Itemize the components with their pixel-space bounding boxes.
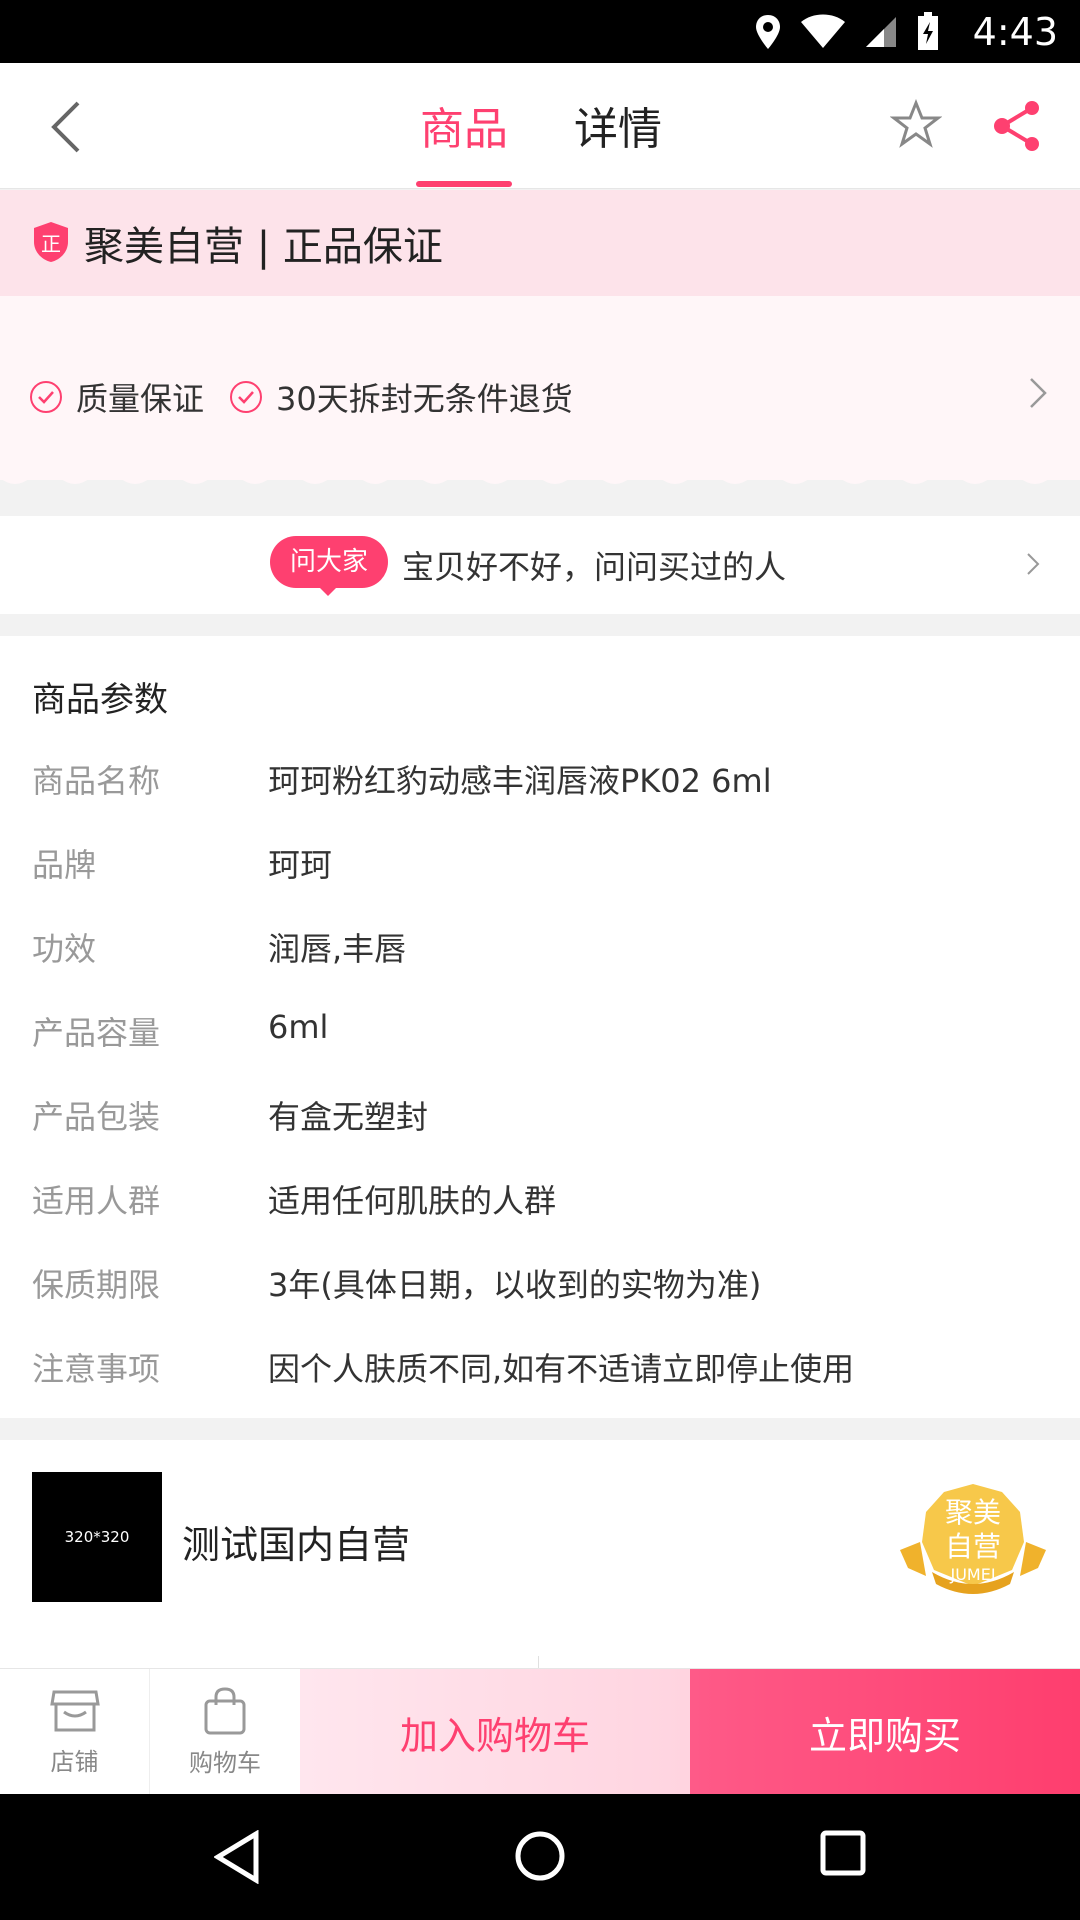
- location-icon: [756, 15, 780, 49]
- param-value: 适用任何肌肤的人群: [268, 1182, 557, 1220]
- param-row: 注意事项 因个人肤质不同,如有不适请立即停止使用: [0, 1344, 1080, 1404]
- active-tab-indicator: [416, 181, 512, 187]
- shield-badge-char: 正: [41, 232, 61, 256]
- system-nav-bar: [0, 1794, 1080, 1920]
- param-key: 品牌: [32, 846, 97, 884]
- param-key: 产品包装: [32, 1098, 161, 1136]
- signal-icon: [866, 17, 896, 47]
- service-item-label: 30天拆封无条件退货: [276, 380, 573, 418]
- add-to-cart-button[interactable]: 加入购物车: [300, 1669, 690, 1795]
- param-row: 产品容量 6ml: [0, 1008, 1080, 1068]
- nav-recents-icon[interactable]: [820, 1830, 866, 1876]
- top-nav: 商品 详情: [0, 63, 1080, 189]
- param-row: 功效 润唇,丰唇: [0, 924, 1080, 984]
- param-key: 适用人群: [32, 1182, 161, 1220]
- store-name[interactable]: 测试国内自营: [182, 1514, 410, 1569]
- shopping-bag-icon: [204, 1686, 246, 1734]
- medal-line2: 自营: [945, 1530, 1001, 1563]
- param-value: 6ml: [268, 1008, 329, 1046]
- medal-en: JUMEI: [949, 1565, 995, 1584]
- status-icons: [754, 12, 940, 52]
- status-bar: 4:43: [0, 0, 1080, 63]
- favorite-star-icon[interactable]: [890, 99, 942, 151]
- param-value: 珂珂: [268, 846, 333, 884]
- param-value: 3年(具体日期，以收到的实物为准): [268, 1266, 762, 1304]
- store-label: 店铺: [50, 1747, 99, 1776]
- param-key: 产品容量: [32, 1014, 161, 1052]
- check-circle-icon: [230, 381, 262, 413]
- param-row: 商品名称 珂珂粉红豹动感丰润唇液PK02 6ml: [0, 756, 1080, 816]
- service-item-label: 质量保证: [76, 380, 205, 418]
- service-guarantees[interactable]: 质量保证 30天拆封无条件退货: [0, 296, 1080, 480]
- param-value: 因个人肤质不同,如有不适请立即停止使用: [268, 1350, 855, 1388]
- ask-everyone-row[interactable]: 问大家 宝贝好不好，问问买过的人: [0, 516, 1080, 614]
- authentic-shield-icon: 正: [34, 222, 68, 262]
- param-row: 产品包装 有盒无塑封: [0, 1092, 1080, 1152]
- param-row: 适用人群 适用任何肌肤的人群: [0, 1176, 1080, 1236]
- nav-home-icon[interactable]: [514, 1830, 566, 1882]
- store-icon: [49, 1690, 100, 1731]
- buy-now-button[interactable]: 立即购买: [690, 1669, 1080, 1795]
- back-icon[interactable]: [48, 99, 88, 155]
- cart-label: 购物车: [189, 1748, 261, 1777]
- param-key: 商品名称: [32, 762, 161, 800]
- guarantee-banner: 正 聚美自营 | 正品保证: [0, 190, 1080, 296]
- service-item-quality: 质量保证: [30, 374, 204, 420]
- tab-detail[interactable]: 详情: [574, 93, 662, 157]
- store-card[interactable]: 320*320 测试国内自营 聚美 自营 JUMEI: [0, 1440, 1080, 1676]
- ask-everyone-text: 宝贝好不好，问问买过的人: [402, 548, 787, 586]
- store-button[interactable]: 店铺: [0, 1669, 150, 1795]
- tab-goods[interactable]: 商品: [420, 93, 508, 157]
- chevron-right-icon: [1027, 553, 1040, 575]
- jumei-self-operated-medal: 聚美 自营 JUMEI: [900, 1484, 1046, 1594]
- bottom-action-bar: 店铺 购物车 加入购物车 立即购买: [0, 1668, 1080, 1795]
- param-value: 有盒无塑封: [268, 1098, 429, 1136]
- param-row: 品牌 珂珂: [0, 840, 1080, 900]
- product-params: 商品参数 商品名称 珂珂粉红豹动感丰润唇液PK02 6ml 品牌 珂珂 功效 润…: [0, 636, 1080, 1418]
- param-row: 保质期限 3年(具体日期，以收到的实物为准): [0, 1260, 1080, 1320]
- wavy-divider: [0, 478, 1080, 484]
- pill-tail: [318, 586, 338, 596]
- ask-everyone-pill: 问大家: [270, 536, 389, 588]
- share-icon[interactable]: [990, 99, 1044, 153]
- param-key: 功效: [32, 930, 97, 968]
- nav-back-icon[interactable]: [214, 1830, 260, 1884]
- param-value: 润唇,丰唇: [268, 930, 407, 968]
- wifi-icon: [801, 14, 845, 48]
- service-item-return: 30天拆封无条件退货: [230, 374, 573, 420]
- param-value: 珂珂粉红豹动感丰润唇液PK02 6ml: [268, 762, 772, 800]
- status-time: 4:43: [972, 10, 1058, 54]
- store-logo[interactable]: 320*320: [32, 1472, 162, 1602]
- param-key: 保质期限: [32, 1266, 161, 1304]
- battery-charging-icon: [918, 12, 938, 50]
- param-key: 注意事项: [32, 1350, 161, 1388]
- guarantee-title: 聚美自营 | 正品保证: [84, 224, 443, 270]
- check-circle-icon: [30, 381, 62, 413]
- params-heading: 商品参数: [32, 680, 168, 720]
- medal-line1: 聚美: [945, 1496, 1001, 1529]
- cart-button[interactable]: 购物车: [150, 1669, 300, 1795]
- chevron-right-icon: [1030, 378, 1047, 408]
